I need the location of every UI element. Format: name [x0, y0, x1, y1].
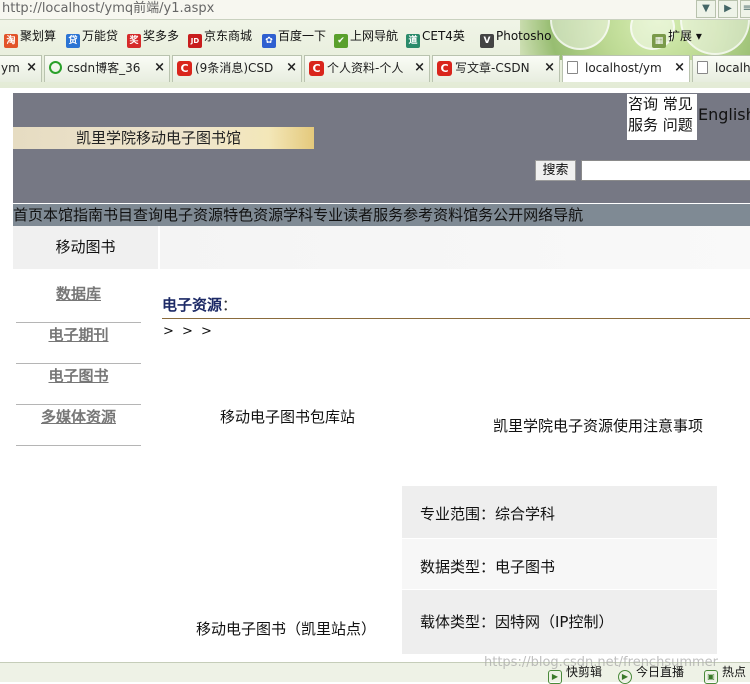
bookmark-wannengdai[interactable]: 贷万能贷 — [66, 27, 118, 48]
bookmark-juhuasuan[interactable]: 淘聚划算 — [4, 27, 56, 48]
close-icon[interactable]: × — [544, 56, 555, 80]
page-icon — [567, 61, 578, 74]
juhuasuan-icon: 淘 — [4, 34, 18, 48]
tab-mobile-books[interactable]: 移动图书 — [13, 226, 160, 269]
close-icon[interactable]: × — [674, 56, 685, 80]
bookmark-hao123[interactable]: ✔ 上网导航 — [334, 27, 398, 48]
sub-header: 移动图书 — [13, 226, 750, 269]
tab-profile[interactable]: C 个人资料-个人 × — [304, 55, 430, 82]
close-icon[interactable]: × — [154, 56, 165, 80]
tab-write-article[interactable]: C 写文章-CSDN × — [432, 55, 560, 82]
sidebar-item-ebooks[interactable]: 电子图书 — [16, 364, 141, 405]
sidebar-item-multimedia[interactable]: 多媒体资源 — [16, 405, 141, 446]
info-carrier-type: 载体类型：因特网（IP控制） — [402, 590, 717, 654]
breadcrumb: > > > — [163, 324, 214, 339]
nav-subjects[interactable]: 学科专业 — [283, 206, 343, 224]
link-consult[interactable]: 咨询 — [628, 95, 658, 113]
baidu-search-icon — [49, 61, 62, 74]
close-icon[interactable]: × — [414, 56, 425, 80]
bookmark-jd[interactable]: JD 京东商城 — [188, 27, 252, 48]
close-icon[interactable]: × — [286, 56, 297, 80]
extensions-button[interactable]: ▦ 扩展 ▾ — [652, 27, 702, 48]
hao123-icon: ✔ — [334, 34, 348, 48]
info-subject-range: 专业范围：综合学科 — [402, 486, 717, 538]
watermark: https://blog.csdn.net/frenchsummer — [484, 655, 718, 670]
section-title-colon: ： — [222, 296, 238, 314]
section-title: 电子资源： — [162, 294, 750, 319]
close-icon[interactable]: × — [26, 56, 37, 80]
tab-csdn-messages[interactable]: C (9条消息)CSD × — [172, 55, 302, 82]
page-icon — [697, 61, 708, 74]
quick-links-row: 服务 问题 — [628, 115, 697, 136]
nav-references[interactable]: 参考资料 — [403, 206, 463, 224]
nav-guide[interactable]: 本馆指南 — [43, 206, 103, 224]
jiangduoduo-icon: 奖 — [127, 34, 141, 48]
tab-ym[interactable]: ym × — [0, 55, 42, 82]
sidebar-item-database[interactable]: 数据库 — [16, 282, 141, 323]
nav-catalog[interactable]: 书目查询 — [103, 206, 163, 224]
nav-home[interactable]: 首页 — [13, 206, 43, 224]
cet4-icon: 道 — [406, 34, 420, 48]
link-faq[interactable]: 常见 — [663, 95, 693, 113]
bookmark-photoshop[interactable]: V Photosho — [480, 27, 551, 48]
csdn-icon: C — [177, 61, 192, 76]
nav-e-resources[interactable]: 电子资源 — [163, 206, 223, 224]
main-nav: 首页本馆指南书目查询电子资源特色资源学科专业读者服务参考资料馆务公开网络导航 — [13, 204, 750, 226]
photoshop-icon: V — [480, 34, 494, 48]
menu-icon[interactable]: ≡ — [740, 0, 750, 18]
link-questions[interactable]: 问题 — [663, 116, 693, 134]
link-service[interactable]: 服务 — [628, 116, 658, 134]
chevron-down-icon[interactable]: ▼ — [696, 0, 716, 18]
link-ebook-package[interactable]: 移动电子图书包库站 — [220, 406, 355, 427]
browser-chrome: http://localhost/ymq前端/y1.aspx ▼ ▶ ≡ 淘聚划… — [0, 0, 750, 88]
bookmark-jiangduoduo[interactable]: 奖奖多多 — [127, 27, 179, 48]
address-url: http://localhost/ymq前端/y1.aspx — [2, 1, 215, 16]
csdn-icon: C — [309, 61, 324, 76]
bookmark-cet4[interactable]: 道 CET4英 — [406, 27, 465, 48]
nav-web-guide[interactable]: 网络导航 — [523, 206, 583, 224]
tab-localhost-active[interactable]: localhost/ym × — [562, 55, 690, 82]
link-ebook-kaili-site[interactable]: 移动电子图书（凯里站点） — [196, 618, 376, 639]
tab-localhost-2[interactable]: localh — [692, 55, 750, 82]
quick-links-row: 咨询 常见 — [628, 94, 697, 115]
search-input[interactable] — [581, 160, 750, 181]
wannengdai-icon: 贷 — [66, 34, 80, 48]
nav-reader-service[interactable]: 读者服务 — [343, 206, 403, 224]
site-banner: 凯里学院移动电子图书馆 咨询 常见 服务 问题 English 搜索 — [13, 93, 750, 203]
sidebar-item-ejournals[interactable]: 电子期刊 — [16, 323, 141, 364]
baidu-paw-icon: ✿ — [262, 34, 276, 48]
csdn-icon: C — [437, 61, 452, 76]
jd-icon: JD — [188, 34, 202, 48]
bookmark-baidu[interactable]: ✿ 百度一下 — [262, 27, 326, 48]
grid-icon: ▦ — [652, 34, 666, 48]
site-title: 凯里学院移动电子图书馆 — [13, 127, 314, 149]
forward-arrow-icon[interactable]: ▶ — [718, 0, 738, 18]
resource-info-box: 专业范围：综合学科 数据类型：电子图书 载体类型：因特网（IP控制） — [402, 486, 717, 654]
english-link[interactable]: English — [698, 105, 750, 124]
quick-links: 咨询 常见 服务 问题 — [627, 94, 697, 140]
tab-csdn-search[interactable]: csdn博客_36 × — [44, 55, 170, 82]
tab-strip: ym × csdn博客_36 × C (9条消息)CSD × C 个人资料-个人 × C 写文… — [0, 55, 750, 82]
nav-public-affairs[interactable]: 馆务公开 — [463, 206, 523, 224]
nav-special[interactable]: 特色资源 — [223, 206, 283, 224]
link-usage-notice[interactable]: 凯里学院电子资源使用注意事项 — [493, 415, 703, 436]
search-button[interactable]: 搜索 — [535, 160, 576, 181]
address-bar[interactable]: http://localhost/ymq前端/y1.aspx — [0, 0, 750, 20]
section-title-text: 电子资源 — [162, 296, 223, 314]
bookmarks-bar: 淘聚划算 贷万能贷 奖奖多多 JD 京东商城 ✿ 百度一下 ✔ 上网导航 道 CET4英… — [0, 24, 750, 48]
info-data-type: 数据类型：电子图书 — [402, 539, 717, 589]
